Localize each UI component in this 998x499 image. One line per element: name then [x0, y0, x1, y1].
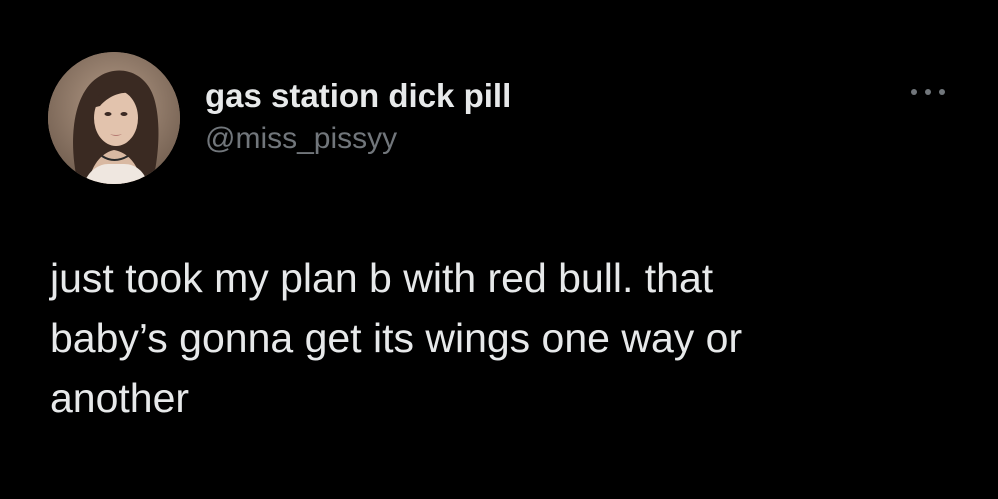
tweet-card: gas station dick pill @miss_pissyy just … — [0, 0, 998, 499]
author-names: gas station dick pill @miss_pissyy — [205, 76, 511, 158]
author-handle[interactable]: @miss_pissyy — [205, 120, 511, 158]
tweet-text: just took my plan b with red bull. that … — [50, 255, 743, 421]
more-horizontal-icon — [911, 89, 945, 95]
avatar[interactable] — [48, 52, 180, 184]
avatar-photo — [48, 52, 180, 184]
author-display-name[interactable]: gas station dick pill — [205, 76, 511, 116]
more-options-button[interactable] — [906, 80, 950, 104]
